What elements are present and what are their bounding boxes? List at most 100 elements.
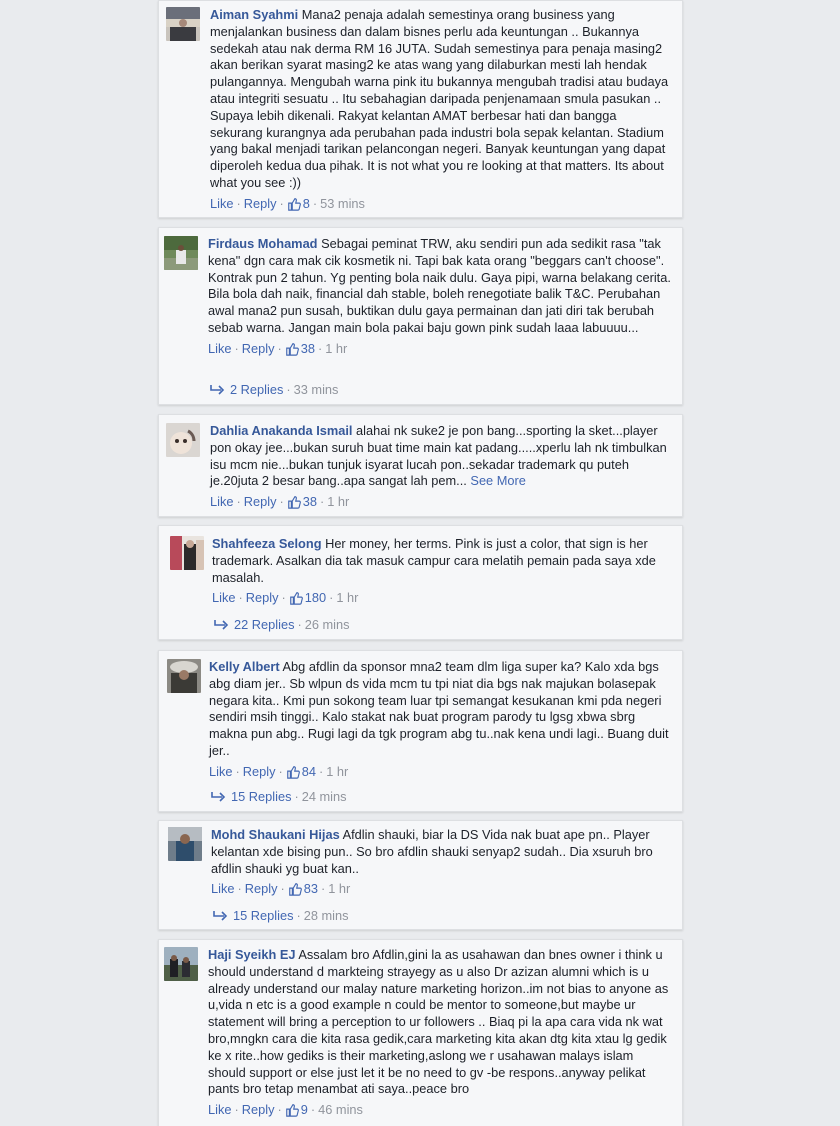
- separator-dot: ·: [236, 494, 241, 510]
- separator-dot: ·: [317, 340, 323, 356]
- comment-time[interactable]: 1 hr: [326, 764, 348, 779]
- reply-button[interactable]: Reply: [244, 494, 277, 509]
- thumbs-up-icon: [287, 496, 301, 509]
- comment-card: Firdaus Mohamad Sebagai peminat TRW, aku…: [158, 227, 683, 405]
- avatar[interactable]: [168, 827, 202, 861]
- comment-author[interactable]: Mohd Shaukani Hijas: [211, 827, 340, 842]
- like-button[interactable]: Like: [210, 196, 233, 211]
- like-button[interactable]: Like: [212, 590, 235, 605]
- replies-time: 26 mins: [304, 617, 350, 632]
- thumbs-up-icon: [285, 1104, 299, 1117]
- like-count-value: 84: [301, 763, 316, 779]
- reply-arrow-icon: [214, 620, 229, 630]
- thumbs-up-icon: [287, 197, 301, 211]
- separator-dot: ·: [310, 1102, 316, 1118]
- comment-body: Firdaus Mohamad Sebagai peminat TRW, aku…: [208, 236, 672, 359]
- replies-time: 28 mins: [303, 908, 349, 923]
- replies-time: 33 mins: [293, 382, 339, 397]
- replies-count: 15 Replies: [231, 789, 292, 804]
- comment-author[interactable]: Aiman Syahmi: [210, 7, 298, 22]
- see-more-link[interactable]: See More: [470, 473, 525, 488]
- comment-body: Kelly Albert Abg afdlin da sponsor mna2 …: [209, 659, 672, 782]
- separator-dot: ·: [297, 617, 302, 632]
- reply-button[interactable]: Reply: [246, 590, 279, 605]
- comment-body: Mohd Shaukani Hijas Afdlin shauki, biar …: [211, 827, 672, 899]
- comment-card: Shahfeeza Selong Her money, her terms. P…: [158, 525, 683, 640]
- comment-time[interactable]: 1 hr: [328, 881, 350, 896]
- avatar[interactable]: [164, 947, 198, 981]
- separator-dot: ·: [278, 763, 283, 779]
- avatar[interactable]: [166, 423, 200, 457]
- comment-actions: Like · Reply · 83 · 1 hr: [211, 879, 672, 899]
- like-count[interactable]: 38: [285, 341, 315, 356]
- like-count[interactable]: 180: [289, 590, 326, 605]
- like-count-value: 180: [304, 590, 327, 606]
- like-count[interactable]: 9: [285, 1102, 308, 1117]
- comment-actions: Like · Reply · 38 · 1 hr: [210, 492, 672, 512]
- comment-time[interactable]: 1 hr: [327, 494, 349, 509]
- view-replies-link[interactable]: 15 Replies · 24 mins: [209, 789, 347, 804]
- comment-author[interactable]: Firdaus Mohamad: [208, 236, 318, 251]
- separator-dot: ·: [237, 881, 242, 897]
- separator-dot: ·: [280, 881, 285, 897]
- like-button[interactable]: Like: [209, 764, 232, 779]
- like-count-value: 38: [302, 494, 317, 510]
- comment-actions: Like · Reply · 180 · 1 hr: [212, 588, 672, 608]
- like-button[interactable]: Like: [208, 1102, 231, 1117]
- reply-button[interactable]: Reply: [242, 341, 275, 356]
- comment-text: Kelly Albert Abg afdlin da sponsor mna2 …: [209, 659, 672, 760]
- replies-count: 2 Replies: [230, 382, 284, 397]
- like-count[interactable]: 84: [286, 764, 316, 779]
- reply-button[interactable]: Reply: [243, 764, 276, 779]
- thumbs-up-icon: [288, 883, 302, 897]
- like-count[interactable]: 8: [287, 196, 310, 211]
- separator-dot: ·: [277, 340, 282, 356]
- replies-count: 22 Replies: [234, 617, 295, 632]
- comment-time[interactable]: 53 mins: [320, 196, 365, 211]
- separator-dot: ·: [312, 195, 318, 211]
- comment-text: Mohd Shaukani Hijas Afdlin shauki, biar …: [211, 827, 672, 877]
- comment-body: Shahfeeza Selong Her money, her terms. P…: [212, 536, 672, 608]
- comment-time[interactable]: 1 hr: [325, 341, 347, 356]
- avatar[interactable]: [166, 7, 200, 41]
- comment-actions: Like · Reply · 9 · 46 mins: [208, 1100, 672, 1120]
- reply-button[interactable]: Reply: [242, 1102, 275, 1117]
- comment-author[interactable]: Shahfeeza Selong: [212, 536, 322, 551]
- comment-author[interactable]: Haji Syeikh EJ: [208, 947, 296, 962]
- separator-dot: ·: [296, 908, 301, 923]
- separator-dot: ·: [286, 382, 291, 397]
- view-replies-link[interactable]: 2 Replies · 33 mins: [208, 382, 338, 397]
- like-count[interactable]: 38: [287, 494, 317, 509]
- avatar[interactable]: [167, 659, 201, 693]
- comment-text: Shahfeeza Selong Her money, her terms. P…: [212, 536, 672, 586]
- comment-card: Dahlia Anakanda Ismail alahai nk suke2 j…: [158, 414, 683, 517]
- separator-dot: ·: [320, 881, 326, 897]
- like-button[interactable]: Like: [208, 341, 231, 356]
- comment-card: Haji Syeikh EJ Assalam bro Afdlin,gini l…: [158, 939, 683, 1126]
- avatar[interactable]: [164, 236, 198, 270]
- separator-dot: ·: [318, 763, 324, 779]
- comment-card: Kelly Albert Abg afdlin da sponsor mna2 …: [158, 650, 683, 812]
- comment-body: Haji Syeikh EJ Assalam bro Afdlin,gini l…: [208, 947, 672, 1120]
- separator-dot: ·: [234, 340, 239, 356]
- like-count[interactable]: 83: [288, 881, 318, 896]
- separator-dot: ·: [279, 195, 284, 211]
- like-button[interactable]: Like: [210, 494, 233, 509]
- thumbs-up-icon: [289, 592, 303, 606]
- thumbs-up-icon: [286, 765, 300, 779]
- separator-dot: ·: [235, 763, 240, 779]
- like-button[interactable]: Like: [211, 881, 234, 896]
- view-replies-link[interactable]: 22 Replies · 26 mins: [212, 617, 350, 632]
- avatar[interactable]: [170, 536, 204, 570]
- reply-button[interactable]: Reply: [244, 196, 277, 211]
- comment-author[interactable]: Dahlia Anakanda Ismail: [210, 423, 352, 438]
- comment-content: Assalam bro Afdlin,gini la as usahawan d…: [208, 947, 669, 1097]
- reply-button[interactable]: Reply: [245, 881, 278, 896]
- comment-time[interactable]: 1 hr: [336, 590, 358, 605]
- comment-time[interactable]: 46 mins: [318, 1102, 363, 1117]
- separator-dot: ·: [279, 494, 284, 510]
- comment-author[interactable]: Kelly Albert: [209, 659, 280, 674]
- separator-dot: ·: [281, 590, 286, 606]
- comment-text: Aiman Syahmi Mana2 penaja adalah semesti…: [210, 7, 672, 192]
- view-replies-link[interactable]: 15 Replies · 28 mins: [211, 908, 349, 923]
